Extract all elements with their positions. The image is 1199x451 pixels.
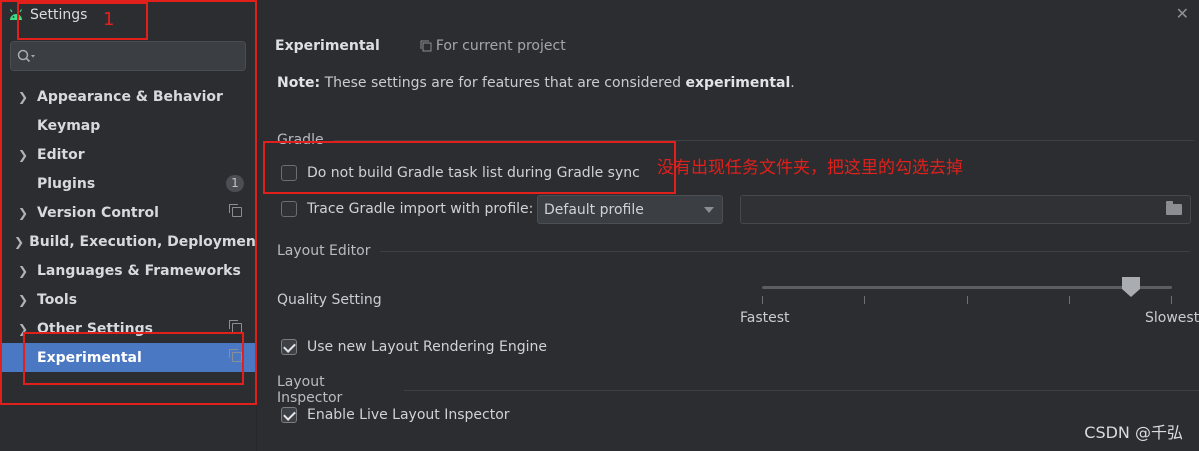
profile-dropdown-value: Default profile bbox=[544, 201, 644, 218]
quality-slider[interactable] bbox=[762, 274, 1172, 314]
slider-tick bbox=[762, 296, 763, 304]
quality-max-label: Slowest bbox=[1145, 310, 1199, 326]
settings-content: ✕ Experimental For current project Note:… bbox=[257, 0, 1199, 451]
checkbox-label: Enable Live Layout Inspector bbox=[307, 407, 510, 423]
section-title: Layout Inspector bbox=[277, 374, 343, 406]
watermark: CSDN @千弘 bbox=[1084, 423, 1183, 442]
trace-gradle-import-checkbox[interactable] bbox=[281, 201, 297, 217]
note-prefix: Note: bbox=[277, 75, 321, 91]
checkbox-label: Use new Layout Rendering Engine bbox=[307, 339, 547, 355]
trace-gradle-import-row[interactable]: Trace Gradle import with profile: bbox=[281, 201, 533, 217]
profile-path-field[interactable] bbox=[740, 195, 1191, 224]
folder-icon[interactable] bbox=[1166, 201, 1182, 215]
annotation-box-experimental bbox=[23, 332, 244, 385]
slider-track[interactable] bbox=[762, 286, 1172, 289]
note-suffix: . bbox=[790, 75, 795, 91]
live-layout-inspector-row[interactable]: Enable Live Layout Inspector bbox=[281, 407, 510, 423]
experimental-note: Note: These settings are for features th… bbox=[277, 75, 795, 91]
page-title: Experimental bbox=[275, 38, 380, 54]
slider-thumb[interactable] bbox=[1122, 277, 1140, 297]
slider-tick bbox=[967, 296, 968, 304]
annotation-box-gradle-option bbox=[263, 141, 676, 194]
project-scope-icon bbox=[420, 40, 432, 52]
quality-setting-label: Quality Setting bbox=[277, 292, 382, 308]
quality-min-label: Fastest bbox=[740, 310, 790, 326]
close-icon[interactable]: ✕ bbox=[1176, 4, 1189, 23]
chevron-down-icon bbox=[704, 207, 714, 213]
slider-tick bbox=[1069, 296, 1070, 304]
annotation-hint: 没有出现任务文件夹，把这里的勾选去掉 bbox=[657, 158, 963, 178]
page-header: Experimental For current project bbox=[275, 38, 566, 54]
layout-editor-section-header: Layout Editor bbox=[277, 243, 1191, 259]
scope-text: For current project bbox=[435, 38, 566, 54]
note-text: These settings are for features that are… bbox=[320, 75, 686, 91]
live-layout-inspector-checkbox[interactable] bbox=[281, 407, 297, 423]
slider-tick bbox=[1171, 296, 1172, 304]
section-title: Layout Editor bbox=[277, 243, 371, 259]
rendering-engine-checkbox[interactable] bbox=[281, 339, 297, 355]
note-bold: experimental bbox=[685, 75, 791, 91]
checkbox-label: Trace Gradle import with profile: bbox=[307, 201, 534, 217]
scope-indicator: For current project bbox=[420, 38, 566, 54]
layout-inspector-section-header: Layout Inspector bbox=[277, 374, 1199, 406]
slider-tick bbox=[864, 296, 865, 304]
profile-dropdown[interactable]: Default profile bbox=[537, 195, 723, 224]
rendering-engine-row[interactable]: Use new Layout Rendering Engine bbox=[281, 339, 547, 355]
